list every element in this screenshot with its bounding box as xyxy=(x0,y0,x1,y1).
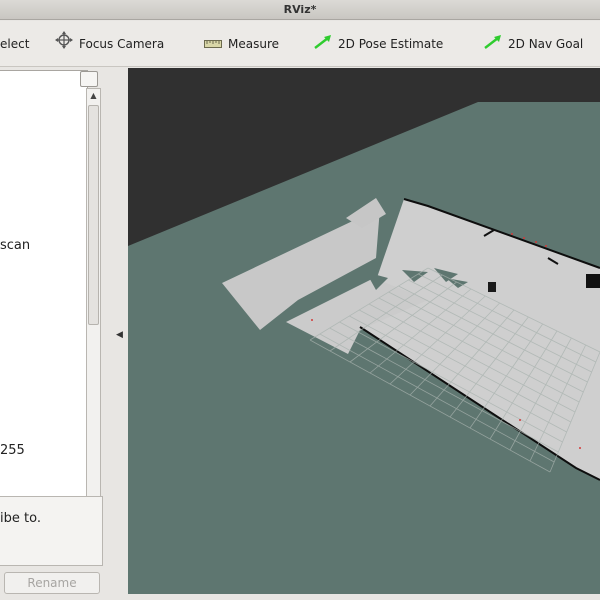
measure-icon xyxy=(204,22,222,68)
pose-estimate-label: 2D Pose Estimate xyxy=(338,37,444,51)
nav-goal-button[interactable]: 2D Nav Goal xyxy=(484,21,583,67)
display-item-scan[interactable]: scan xyxy=(0,238,30,253)
render-3d-view[interactable] xyxy=(128,68,600,594)
focus-camera-icon xyxy=(55,22,73,68)
window-title-bar: RViz* xyxy=(0,0,600,20)
description-box: ibe to. xyxy=(0,496,103,566)
focus-camera-label: Focus Camera xyxy=(79,37,165,51)
select-tool-button[interactable]: elect xyxy=(0,21,29,67)
tree-header-button[interactable] xyxy=(80,71,98,87)
measure-button[interactable]: Measure xyxy=(204,21,279,67)
green-arrow-icon xyxy=(484,22,502,68)
scrollbar-thumb[interactable] xyxy=(88,105,99,325)
focus-camera-button[interactable]: Focus Camera xyxy=(55,21,164,67)
scene-canvas xyxy=(128,68,600,594)
pose-estimate-button[interactable]: 2D Pose Estimate xyxy=(314,21,443,67)
window-title: RViz* xyxy=(283,3,317,16)
display-item-value[interactable]: 255 xyxy=(0,443,25,458)
displays-tree[interactable]: scan 255 xyxy=(0,70,88,558)
measure-label: Measure xyxy=(228,37,279,51)
select-tool-label: elect xyxy=(0,37,30,51)
toolbar: elect Focus Camera Measure 2D Pose Estim… xyxy=(0,21,600,67)
green-arrow-icon xyxy=(314,22,332,68)
robot-marker xyxy=(488,282,496,292)
scroll-up-icon[interactable]: ▲ xyxy=(87,89,100,103)
collapse-left-icon[interactable]: ◀ xyxy=(116,330,123,340)
panel-splitter[interactable]: ◀ xyxy=(106,68,128,600)
displays-panel: scan 255 ▲ ▼ ibe to. Rename xyxy=(0,68,106,600)
description-text: ibe to. xyxy=(0,511,41,526)
rename-button[interactable]: Rename xyxy=(4,572,100,594)
tree-vertical-scrollbar[interactable]: ▲ ▼ xyxy=(86,88,101,558)
nav-goal-label: 2D Nav Goal xyxy=(508,37,584,51)
